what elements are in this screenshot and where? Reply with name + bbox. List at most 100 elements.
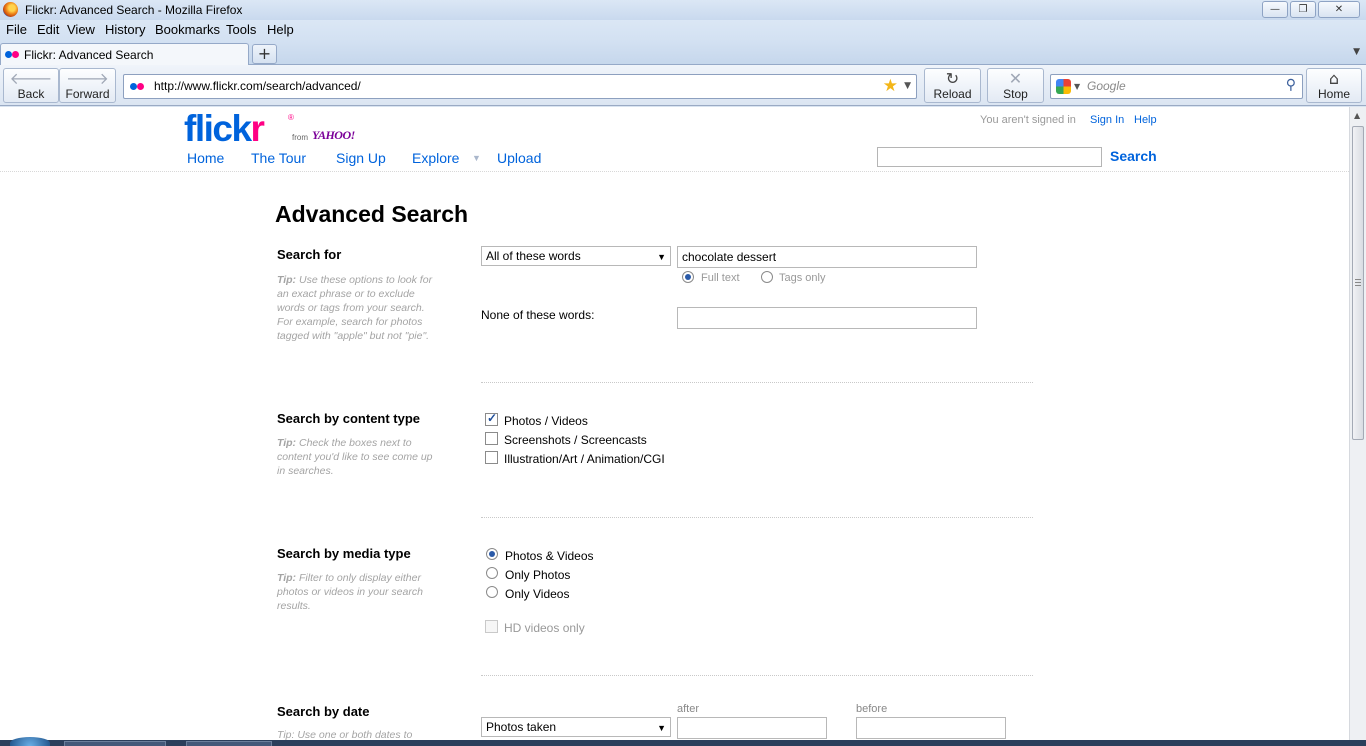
date-tip: Tip: Use one or both dates to [277,729,413,740]
after-date-input[interactable] [677,717,827,739]
window-title: Flickr: Advanced Search - Mozilla Firefo… [25,3,243,17]
section-divider [481,675,1033,676]
search-mode-value: All of these words [486,249,581,263]
media-type-tip: Tip: Filter to only display either photo… [277,571,435,613]
new-tab-button[interactable]: + [252,44,277,64]
firefox-logo-icon [3,2,18,17]
reload-icon: ↻ [945,69,960,88]
stop-label: Stop [1003,87,1028,101]
site-search-input[interactable] [877,147,1102,167]
scroll-up-icon[interactable]: ▲ [1354,111,1360,120]
menu-file[interactable]: File [6,22,27,37]
stop-button[interactable]: ✕ Stop [987,68,1044,103]
home-icon: ⌂ [1328,69,1340,88]
help-link[interactable]: Help [1134,114,1157,126]
nav-upload[interactable]: Upload [497,150,541,166]
back-button[interactable]: 🡐 Back [3,68,59,103]
url-text[interactable]: http://www.flickr.com/search/advanced/ [154,79,361,93]
tags-only-radio[interactable] [761,271,773,283]
hd-videos-label: HD videos only [504,621,585,635]
menu-history[interactable]: History [105,22,145,37]
menu-view[interactable]: View [67,22,95,37]
screenshots-label: Screenshots / Screencasts [504,433,647,447]
tip-label: Tip: [277,274,297,286]
search-mode-select[interactable]: All of these words ▼ [481,246,671,266]
tip-text: Use these options to look for an exact p… [277,274,433,342]
home-button[interactable]: ⌂ Home [1306,68,1362,103]
vertical-scrollbar[interactable]: ▲ [1349,107,1366,740]
reload-button[interactable]: ↻ Reload [924,68,981,103]
content-type-tip: Tip: Check the boxes next to content you… [277,436,435,478]
menu-edit[interactable]: Edit [37,22,59,37]
nav-the-tour[interactable]: The Tour [251,150,306,166]
logo-flick: flick [184,108,252,149]
logo-r: r [250,108,265,149]
explore-dropdown-icon[interactable]: ▼ [472,153,481,163]
chevron-down-icon: ▼ [657,252,666,262]
tab-list-chevron-icon[interactable]: ▼ [1353,47,1360,57]
photos-videos-label: Photos / Videos [504,414,588,428]
registered-mark-icon: ® [288,113,294,122]
illustration-checkbox[interactable] [485,451,498,464]
media-type-heading: Search by media type [277,546,411,561]
web-search-placeholder: Google [1087,79,1126,93]
web-search-box[interactable]: ▼ Google ⚲ [1050,74,1303,99]
yahoo-logo: YAHOO! [312,128,355,142]
menu-help[interactable]: Help [267,22,294,37]
illustration-label: Illustration/Art / Animation/CGI [504,452,665,466]
taskbar-item[interactable] [186,741,272,746]
google-engine-icon[interactable] [1056,79,1071,94]
nav-home[interactable]: Home [187,150,224,166]
screenshots-checkbox[interactable] [485,432,498,445]
date-heading: Search by date [277,704,370,719]
only-photos-radio[interactable] [486,567,498,579]
minimize-button[interactable]: — [1262,1,1288,18]
only-videos-label: Only Videos [505,587,570,601]
url-history-dropdown-icon[interactable]: ▼ [904,81,911,91]
full-text-radio[interactable] [682,271,694,283]
date-type-select[interactable]: Photos taken ▼ [481,717,671,737]
search-query-input[interactable]: chocolate dessert [677,246,977,268]
page-title: Advanced Search [275,201,469,227]
forward-label: Forward [65,87,110,101]
search-magnifier-icon[interactable]: ⚲ [1286,77,1296,93]
photos-and-videos-label: Photos & Videos [505,549,594,563]
only-videos-radio[interactable] [486,586,498,598]
engine-dropdown-icon[interactable]: ▼ [1074,82,1080,91]
date-type-value: Photos taken [486,720,557,734]
back-label: Back [17,87,45,101]
forward-button[interactable]: 🡒 Forward [59,68,116,103]
maximize-button[interactable]: ❐ [1290,1,1316,18]
none-of-these-label: None of these words: [481,308,595,322]
navigation-toolbar: 🡐 Back 🡒 Forward http://www.flickr.com/s… [0,65,1366,106]
only-photos-label: Only Photos [505,568,571,582]
hd-videos-checkbox[interactable] [485,620,498,633]
close-window-button[interactable]: ✕ [1318,1,1360,18]
start-orb-icon[interactable] [10,737,50,746]
url-bar[interactable]: http://www.flickr.com/search/advanced/ ★… [123,74,917,99]
menu-bookmarks[interactable]: Bookmarks [155,22,220,37]
tab-title: Flickr: Advanced Search [24,48,154,62]
menu-tools[interactable]: Tools [226,22,256,37]
before-label: before [856,703,888,715]
signin-link[interactable]: Sign In [1090,114,1124,126]
site-search-button[interactable]: Search [1110,148,1157,164]
none-of-these-input[interactable] [677,307,977,329]
after-label: after [677,703,700,715]
tab-flickr-advanced-search[interactable]: Flickr: Advanced Search [0,43,249,66]
photos-videos-checkbox[interactable] [485,411,498,426]
bookmark-star-icon[interactable]: ★ [883,76,898,96]
nav-sign-up[interactable]: Sign Up [336,150,386,166]
scrollbar-thumb[interactable] [1352,126,1364,440]
tip-label: Tip: [277,572,297,584]
search-for-tip: Tip: Use these options to look for an ex… [277,273,435,343]
flickr-logo[interactable]: flickr ® [184,107,294,151]
back-arrow-icon: 🡐 [9,69,53,88]
nav-explore[interactable]: Explore [412,150,459,166]
before-date-input[interactable] [856,717,1006,739]
taskbar-item[interactable] [64,741,166,746]
forward-arrow-icon: 🡒 [66,69,109,88]
tags-only-label: Tags only [779,272,826,284]
section-divider [481,382,1033,383]
photos-and-videos-radio[interactable] [486,548,498,560]
